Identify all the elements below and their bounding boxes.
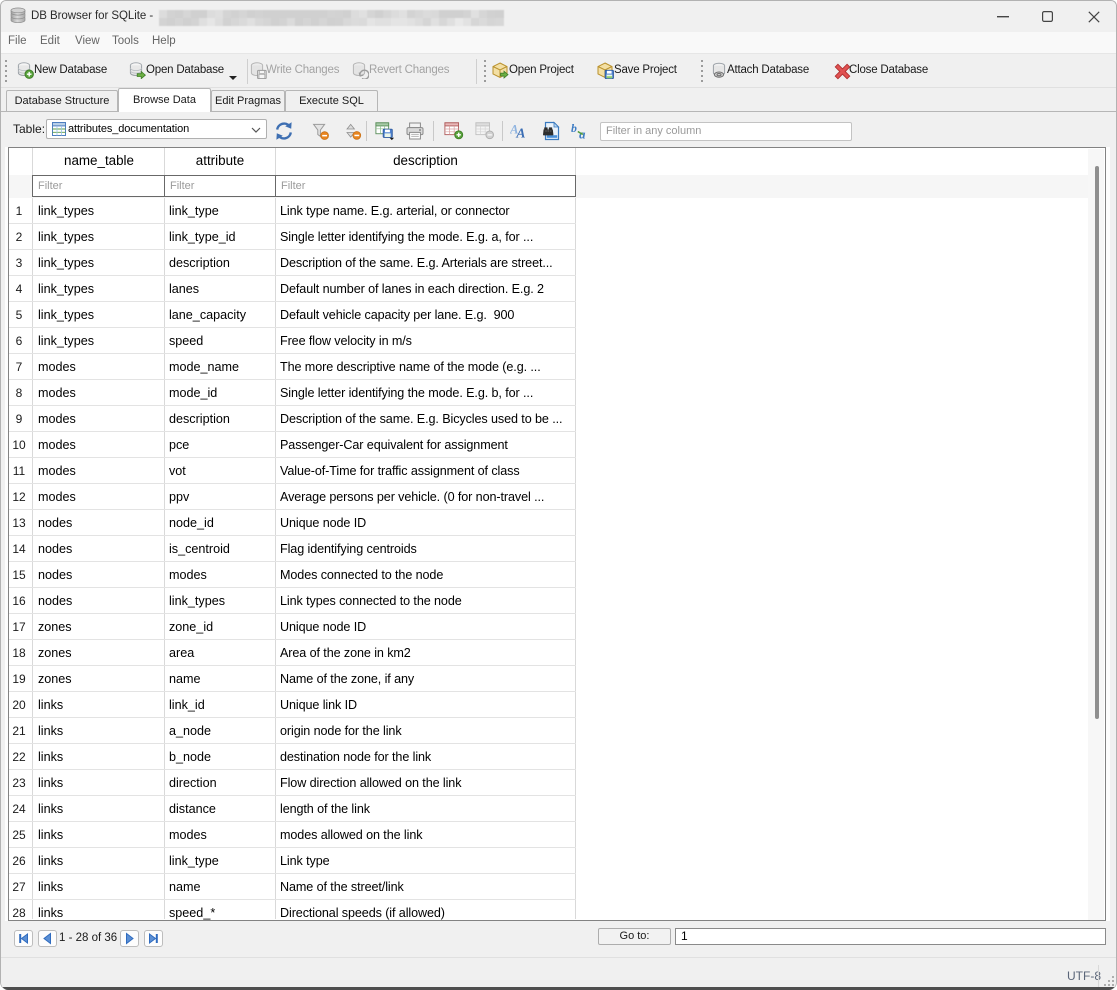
svg-text:A: A (515, 125, 525, 140)
svg-text:b: b (571, 121, 577, 135)
